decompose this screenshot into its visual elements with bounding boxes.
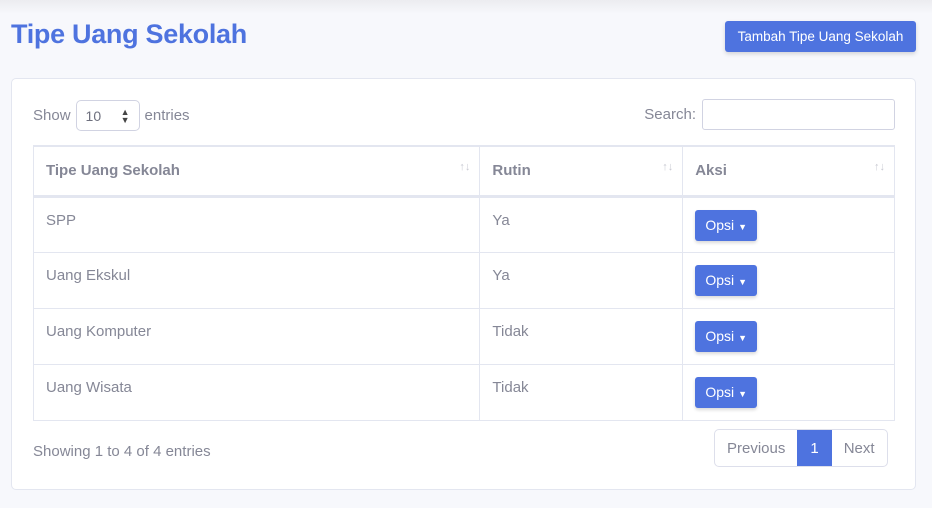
data-table: Tipe Uang Sekolah ↑↓ Rutin ↑↓ Aksi ↑↓ SPP Ya Op… [32,145,895,421]
column-header[interactable]: Rutin ↑↓ [479,145,684,198]
opsi-dropdown-button[interactable]: Opsi ▼ [695,376,758,408]
page-title: Tipe Uang Sekolah [11,19,247,49]
search-control: Search: [644,99,895,130]
opsi-dropdown-button[interactable]: Opsi ▼ [695,264,758,296]
column-label: Tipe Uang Sekolah [46,162,180,180]
search-label: Search: [644,106,696,123]
column-label: Aksi [695,162,727,180]
column-header[interactable]: Aksi ↑↓ [682,145,895,198]
rutin-cell: Ya [479,251,684,309]
show-label: Show [33,107,71,124]
table-row: SPP Ya Opsi ▼ [32,195,895,253]
sort-arrows-icon: ▲ ▼ [120,106,130,125]
sort-icon: ↑↓ [662,161,674,173]
opsi-label: Opsi [705,217,735,233]
rutin-cell: Tidak [479,307,684,365]
table-row: Uang Wisata Tidak Opsi ▼ [32,363,895,421]
column-label: Rutin [492,162,531,180]
topbar-shadow [0,0,932,14]
next-button[interactable]: Next [832,430,887,466]
aksi-cell: Opsi ▼ [682,307,895,365]
rutin-cell: Ya [479,195,684,253]
rutin-cell: Tidak [479,363,684,421]
opsi-label: Opsi [705,328,735,344]
opsi-dropdown-button[interactable]: Opsi ▼ [695,320,758,352]
opsi-label: Opsi [705,384,735,400]
table-card: Show 10 ▲ ▼ entries Search: Tipe Uang Seko… [11,78,916,490]
tipe-cell: Uang Ekskul [32,251,481,309]
aksi-cell: Opsi ▼ [682,363,895,421]
table-row: Uang Komputer Tidak Opsi ▼ [32,307,895,365]
caret-down-icon: ▼ [738,333,747,343]
tipe-cell: Uang Wisata [32,363,481,421]
previous-button[interactable]: Previous [715,430,797,466]
caret-down-icon: ▼ [738,389,747,399]
search-input[interactable] [702,99,895,130]
page-1-button[interactable]: 1 [797,430,832,466]
pagination: Previous 1 Next [714,429,888,467]
caret-down-icon: ▼ [738,222,747,232]
entries-select[interactable]: 10 ▲ ▼ [75,100,140,131]
aksi-cell: Opsi ▼ [682,195,895,253]
table-info: Showing 1 to 4 of 4 entries [33,443,211,460]
tipe-cell: SPP [32,195,481,253]
opsi-label: Opsi [705,272,735,288]
length-control: Show 10 ▲ ▼ entries [33,100,190,131]
table-row: Uang Ekskul Ya Opsi ▼ [32,251,895,309]
aksi-cell: Opsi ▼ [682,251,895,309]
add-button[interactable]: Tambah Tipe Uang Sekolah [725,21,916,52]
sort-icon: ↑↓ [874,161,885,173]
opsi-dropdown-button[interactable]: Opsi ▼ [695,209,758,241]
tipe-cell: Uang Komputer [32,307,481,365]
entries-value: 10 [85,107,102,124]
caret-down-icon: ▼ [738,277,747,287]
column-header[interactable]: Tipe Uang Sekolah ↑↓ [32,145,481,198]
entries-label: entries [144,107,190,124]
sort-icon: ↑↓ [459,161,471,173]
